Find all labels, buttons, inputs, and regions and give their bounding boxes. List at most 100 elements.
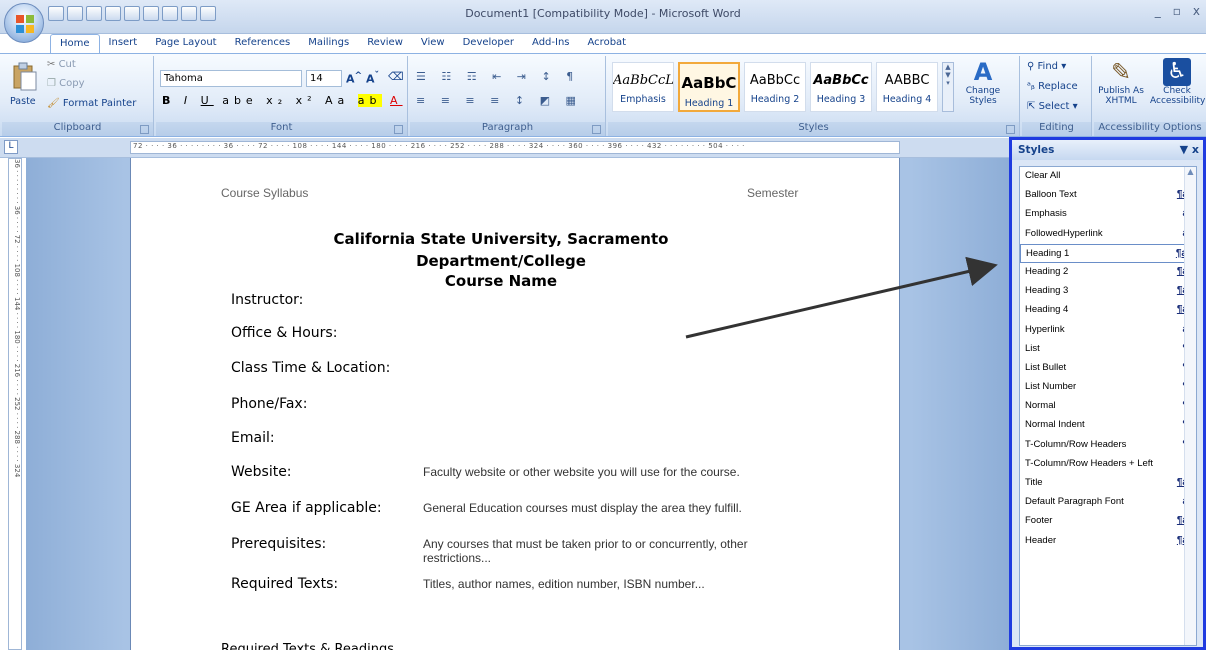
styles-launcher-icon[interactable] bbox=[1006, 125, 1015, 134]
tab-selector-icon[interactable]: L bbox=[4, 140, 18, 154]
style-list-item-name: Default Paragraph Font bbox=[1025, 496, 1124, 508]
doc-title-line-3: Course Name bbox=[444, 272, 558, 290]
style-list-item-name: Normal Indent bbox=[1025, 419, 1085, 431]
tab-developer[interactable]: Developer bbox=[454, 34, 523, 54]
style-list-item-name: Heading 4 bbox=[1025, 304, 1069, 316]
style-list-item-name: Heading 3 bbox=[1025, 285, 1069, 297]
horizontal-ruler[interactable]: 72 · · · · 36 · · · · · · · · 36 · · · ·… bbox=[130, 141, 900, 154]
style-list-item-name: List Bullet bbox=[1025, 361, 1067, 373]
field-label: GE Area if applicable: bbox=[231, 500, 382, 516]
ribbon-tabs: Home Insert Page Layout References Maili… bbox=[50, 34, 635, 54]
field-description: Faculty website or other website you wil… bbox=[423, 465, 740, 479]
doc-title-line-1: California State University, Sacramento bbox=[333, 230, 669, 248]
format-painter-button[interactable]: 🖌 Format Painter bbox=[46, 97, 137, 113]
style-list-item[interactable]: List¶ bbox=[1020, 340, 1196, 359]
accessibility-icon: ♿ bbox=[1163, 58, 1191, 86]
clipboard-label: Clipboard bbox=[2, 122, 153, 136]
field-label: Required Texts: bbox=[231, 576, 339, 592]
style-list-item[interactable]: Heading 1 ¶a bbox=[1020, 243, 1196, 263]
field-label: Class Time & Location: bbox=[231, 360, 391, 376]
vertical-ruler[interactable]: 36 · · · · · · · · 36 · · · · 72 · · · ·… bbox=[8, 158, 22, 650]
style-list-item-name: Clear All bbox=[1025, 170, 1061, 181]
style-list-item-name: Footer bbox=[1025, 515, 1053, 527]
ribbon: Paste ✂ Cut ❐ Copy 🖌 Format Painter Clip… bbox=[0, 53, 1206, 137]
tab-mailings[interactable]: Mailings bbox=[299, 34, 358, 54]
check-accessibility-button[interactable]: ♿ Check Accessibility bbox=[1150, 58, 1205, 118]
replace-button[interactable]: ᵃᵦ Replace bbox=[1026, 80, 1079, 96]
scroll-up-icon[interactable]: ▲ bbox=[1185, 167, 1196, 179]
style-list-item[interactable]: Header ¶a bbox=[1020, 532, 1196, 551]
style-list-item[interactable]: T-Column/Row Headers + Left bbox=[1020, 455, 1196, 474]
style-list-item-name: Heading 2 bbox=[1025, 265, 1069, 277]
style-list-item[interactable]: List Bullet¶ bbox=[1020, 359, 1196, 378]
style-heading-2[interactable]: AaBbCc Heading 2 bbox=[744, 62, 806, 112]
tab-add-ins[interactable]: Add-Ins bbox=[523, 34, 578, 54]
style-emphasis[interactable]: AaBbCcL Emphasis bbox=[612, 62, 674, 112]
styles-label: Styles bbox=[608, 122, 1019, 136]
grow-font-icon[interactable]: A^ Aˇ bbox=[346, 70, 379, 86]
clear-formatting-icon[interactable]: ⌫ bbox=[388, 70, 404, 83]
font-size-combo[interactable]: 14 bbox=[306, 70, 342, 87]
style-list-item-name: Heading 1 bbox=[1026, 247, 1070, 259]
editing-label: Editing bbox=[1022, 122, 1091, 136]
font-name-combo[interactable]: Tahoma bbox=[160, 70, 302, 87]
style-list-item-name: FollowedHyperlink bbox=[1025, 227, 1103, 239]
field-label: Prerequisites: bbox=[231, 536, 327, 552]
style-list-item[interactable]: Hyperlinka bbox=[1020, 321, 1196, 340]
font-launcher-icon[interactable] bbox=[394, 125, 403, 134]
ruler-row: L 72 · · · · 36 · · · · · · · · 36 · · ·… bbox=[0, 138, 1010, 158]
style-list-item[interactable]: Normal¶ bbox=[1020, 397, 1196, 416]
style-heading-4[interactable]: AABBC Heading 4 bbox=[876, 62, 938, 112]
style-heading-3[interactable]: AaBbCc Heading 3 bbox=[810, 62, 872, 112]
style-list-item[interactable]: Clear All bbox=[1020, 167, 1196, 186]
change-styles-button[interactable]: A Change Styles bbox=[960, 58, 1006, 114]
tab-references[interactable]: References bbox=[226, 34, 300, 54]
style-list-item[interactable]: Heading 2 ¶a bbox=[1020, 263, 1196, 282]
style-list-item[interactable]: Normal Indent¶ bbox=[1020, 416, 1196, 435]
clipboard-launcher-icon[interactable] bbox=[140, 125, 149, 134]
style-list-item[interactable]: List Number¶ bbox=[1020, 378, 1196, 397]
field-label: Office & Hours: bbox=[231, 325, 338, 341]
tab-home[interactable]: Home bbox=[50, 34, 100, 54]
style-list-item[interactable]: Heading 4 ¶a bbox=[1020, 301, 1196, 320]
close-button[interactable]: x bbox=[1193, 4, 1200, 18]
restore-button[interactable]: ▫ bbox=[1173, 4, 1181, 18]
tab-acrobat[interactable]: Acrobat bbox=[579, 34, 636, 54]
tab-view[interactable]: View bbox=[412, 34, 454, 54]
field-description: Titles, author names, edition number, IS… bbox=[423, 577, 705, 591]
cut-button[interactable]: ✂ Cut bbox=[46, 58, 77, 74]
find-button[interactable]: ⚲ Find ▾ bbox=[1026, 60, 1067, 76]
style-list-item[interactable]: Balloon Text ¶a bbox=[1020, 186, 1196, 205]
minimize-button[interactable]: _ bbox=[1155, 4, 1161, 18]
doc-title-line-2: Department/College bbox=[416, 252, 586, 270]
style-list-item[interactable]: Emphasisa bbox=[1020, 205, 1196, 224]
publish-xhtml-button[interactable]: ✎ Publish As XHTML bbox=[1096, 58, 1146, 118]
office-button[interactable] bbox=[4, 3, 44, 43]
copy-button[interactable]: ❐ Copy bbox=[46, 77, 86, 93]
style-list-item[interactable]: Title ¶a bbox=[1020, 474, 1196, 493]
tab-review[interactable]: Review bbox=[358, 34, 412, 54]
style-list-item-name: Normal bbox=[1025, 400, 1056, 412]
document-page[interactable]: Course Syllabus Semester California Stat… bbox=[130, 158, 900, 650]
styles-gallery-scroll[interactable]: ▲ ▼ ▾ bbox=[942, 62, 954, 112]
list-buttons[interactable]: ☰ ☷ ☶ ⇤ ⇥ ↕ ¶ bbox=[416, 70, 579, 83]
styles-pane-close-button[interactable]: ▼ x bbox=[1180, 143, 1199, 156]
style-list-item[interactable]: Heading 3 ¶a bbox=[1020, 282, 1196, 301]
office-logo-icon bbox=[14, 13, 36, 35]
font-format-buttons[interactable]: B I U abe x₂ x² Aa ab A bbox=[162, 94, 403, 107]
alignment-buttons[interactable]: ≡ ≡ ≡ ≡ ↕ ◩ ▦ bbox=[416, 94, 582, 107]
style-list-item[interactable]: Footer ¶a bbox=[1020, 512, 1196, 531]
select-button[interactable]: ⇱ Select ▾ bbox=[1026, 100, 1079, 116]
style-list-item[interactable]: FollowedHyperlinka bbox=[1020, 225, 1196, 244]
accessibility-group: ✎ Publish As XHTML ♿ Check Accessibility… bbox=[1094, 56, 1206, 136]
styles-list-scrollbar[interactable]: ▲ bbox=[1184, 167, 1196, 645]
paste-button[interactable]: Paste bbox=[8, 60, 42, 112]
style-list-item[interactable]: T-Column/Row Headers¶ bbox=[1020, 436, 1196, 455]
style-heading-1[interactable]: AaBbC Heading 1 bbox=[678, 62, 740, 112]
tab-insert[interactable]: Insert bbox=[100, 34, 147, 54]
style-list-item[interactable]: Default Paragraph Fonta bbox=[1020, 493, 1196, 512]
window-title: Document1 [Compatibility Mode] - Microso… bbox=[465, 7, 741, 20]
styles-group: AaBbCcL Emphasis AaBbC Heading 1 AaBbCc … bbox=[608, 56, 1020, 136]
tab-page-layout[interactable]: Page Layout bbox=[146, 34, 225, 54]
paragraph-launcher-icon[interactable] bbox=[592, 125, 601, 134]
